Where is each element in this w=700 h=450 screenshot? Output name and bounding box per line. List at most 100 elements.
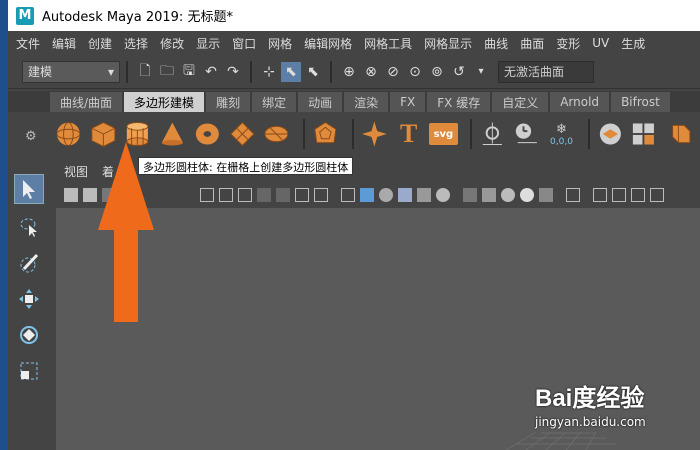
clock-icon[interactable] <box>512 119 541 149</box>
snap-surface-icon[interactable]: ⊚ <box>427 62 447 82</box>
uv-icon[interactable]: ❄ 0,0,0 <box>547 119 576 149</box>
redo-icon[interactable]: ↷ <box>223 62 243 82</box>
grid-toggle-icon[interactable] <box>200 188 214 202</box>
field-chart-icon[interactable] <box>276 188 290 202</box>
sweep-star-icon[interactable] <box>360 119 389 149</box>
menu-item[interactable]: 变形 <box>556 35 580 52</box>
watermark-brand: Bai度经验 <box>535 385 645 412</box>
motion-blur-icon[interactable] <box>520 188 534 202</box>
scale-tool-button[interactable] <box>14 356 44 386</box>
lasso-tool-button[interactable] <box>14 212 44 242</box>
divider <box>250 60 252 83</box>
use-all-lights-icon[interactable] <box>417 188 431 202</box>
target-icon[interactable] <box>478 119 507 149</box>
menu-item[interactable]: 编辑网格 <box>304 35 352 52</box>
gate-mask-icon[interactable] <box>257 188 271 202</box>
platonic-solid-icon[interactable] <box>311 119 340 149</box>
shelf-tab[interactable]: 动画 <box>298 92 343 112</box>
camera-icon[interactable] <box>64 188 78 202</box>
poly-cone-icon[interactable] <box>158 119 187 149</box>
snap-plane-icon[interactable]: ⊙ <box>405 62 425 82</box>
anti-alias-icon[interactable] <box>539 188 553 202</box>
xray-icon[interactable] <box>463 188 477 202</box>
live-surface-field[interactable]: 无激活曲面 <box>498 60 594 83</box>
menu-item[interactable]: 编辑 <box>52 35 76 52</box>
separate-icon[interactable] <box>630 119 659 149</box>
panel-menu-item[interactable]: 视图 <box>64 163 88 180</box>
paint-brush-icon <box>20 253 39 273</box>
extract-icon[interactable] <box>665 119 694 149</box>
smooth-shade-icon[interactable] <box>360 188 374 202</box>
snap-live-icon[interactable]: ↺ <box>449 62 469 82</box>
camera-attributes-icon[interactable] <box>83 188 97 202</box>
menu-item[interactable]: 曲线 <box>484 35 508 52</box>
menu-item[interactable]: 显示 <box>196 35 220 52</box>
frame-selected-icon[interactable] <box>631 188 645 202</box>
snowflake-icon: ❄ <box>556 121 567 137</box>
shelf-tab[interactable]: FX 缓存 <box>427 92 491 112</box>
shelf-tab[interactable]: 多边形建模 <box>124 92 205 112</box>
poly-plane-icon[interactable] <box>228 119 257 149</box>
snap-point-icon[interactable]: ⊘ <box>383 62 403 82</box>
safe-action-icon[interactable] <box>295 188 309 202</box>
isolate-select-icon[interactable] <box>593 188 607 202</box>
move-icon <box>19 289 39 309</box>
wireframe-on-shaded-icon[interactable] <box>379 188 393 202</box>
select-component-icon[interactable]: ⬉ <box>303 62 323 82</box>
chevron-down-icon[interactable]: ▾ <box>471 62 491 82</box>
svg-icon[interactable]: svg <box>429 123 458 145</box>
open-scene-icon[interactable]: 🗀 <box>157 62 177 82</box>
live-surface-label: 无激活曲面 <box>504 65 565 79</box>
poly-torus-icon[interactable] <box>193 119 222 149</box>
film-gate-icon[interactable] <box>219 188 233 202</box>
watermark: Bai度经验 jingyan.baidu.com <box>535 378 695 440</box>
paint-select-tool-button[interactable] <box>14 248 44 278</box>
hud-icon[interactable] <box>650 188 664 202</box>
gear-icon[interactable]: ⚙ <box>25 129 37 144</box>
shelf-tab[interactable]: Arnold <box>550 92 610 112</box>
safe-title-icon[interactable] <box>314 188 328 202</box>
poly-sphere-icon[interactable] <box>54 119 83 149</box>
mode-select[interactable]: 建模 ▾ <box>22 60 120 83</box>
shelf-tab[interactable]: 渲染 <box>344 92 389 112</box>
menu-item[interactable]: 网格 <box>268 35 292 52</box>
menu-item[interactable]: 修改 <box>160 35 184 52</box>
textured-icon[interactable] <box>398 188 412 202</box>
undo-icon[interactable]: ↶ <box>201 62 221 82</box>
select-object-icon[interactable]: ⬉ <box>281 61 301 82</box>
save-scene-icon[interactable]: 🖫 <box>179 62 199 82</box>
select-tool-button[interactable] <box>14 174 44 204</box>
text-icon[interactable]: T <box>394 119 423 149</box>
wireframe-icon[interactable] <box>341 188 355 202</box>
shelf-tab[interactable]: 自定义 <box>492 92 549 112</box>
move-tool-button[interactable] <box>14 284 44 314</box>
shelf-tab[interactable]: 雕刻 <box>206 92 251 112</box>
new-scene-icon[interactable]: 🗋 <box>135 62 155 82</box>
select-hierarchy-icon[interactable]: ⊹ <box>259 62 279 82</box>
frame-all-icon[interactable] <box>612 188 626 202</box>
menu-item[interactable]: UV <box>592 36 609 50</box>
menu-item[interactable]: 网格工具 <box>364 35 412 52</box>
poly-disc-icon[interactable] <box>262 119 291 149</box>
tooltip: 多边形圆柱体: 在栅格上创建多边形圆柱体 <box>138 157 354 175</box>
snap-grid-icon[interactable]: ⊕ <box>339 62 359 82</box>
screen-space-ao-icon[interactable] <box>501 188 515 202</box>
shadows-icon[interactable] <box>436 188 450 202</box>
menu-item[interactable]: 文件 <box>16 35 40 52</box>
menu-item[interactable]: 生成 <box>621 35 645 52</box>
depth-of-field-icon[interactable] <box>566 188 580 202</box>
shelf-tab[interactable]: 绑定 <box>252 92 297 112</box>
menu-item[interactable]: 选择 <box>124 35 148 52</box>
shelf-tab[interactable]: 曲线/曲面 <box>50 92 123 112</box>
rotate-tool-button[interactable] <box>14 320 44 350</box>
shelf-tab[interactable]: FX <box>390 92 426 112</box>
menu-item[interactable]: 网格显示 <box>424 35 472 52</box>
menu-item[interactable]: 窗口 <box>232 35 256 52</box>
xray-joints-icon[interactable] <box>482 188 496 202</box>
menu-item[interactable]: 创建 <box>88 35 112 52</box>
resolution-gate-icon[interactable] <box>238 188 252 202</box>
combine-icon[interactable] <box>596 119 625 149</box>
shelf-tab[interactable]: Bifrost <box>611 92 670 112</box>
snap-curve-icon[interactable]: ⊗ <box>361 62 381 82</box>
menu-item[interactable]: 曲面 <box>520 35 544 52</box>
